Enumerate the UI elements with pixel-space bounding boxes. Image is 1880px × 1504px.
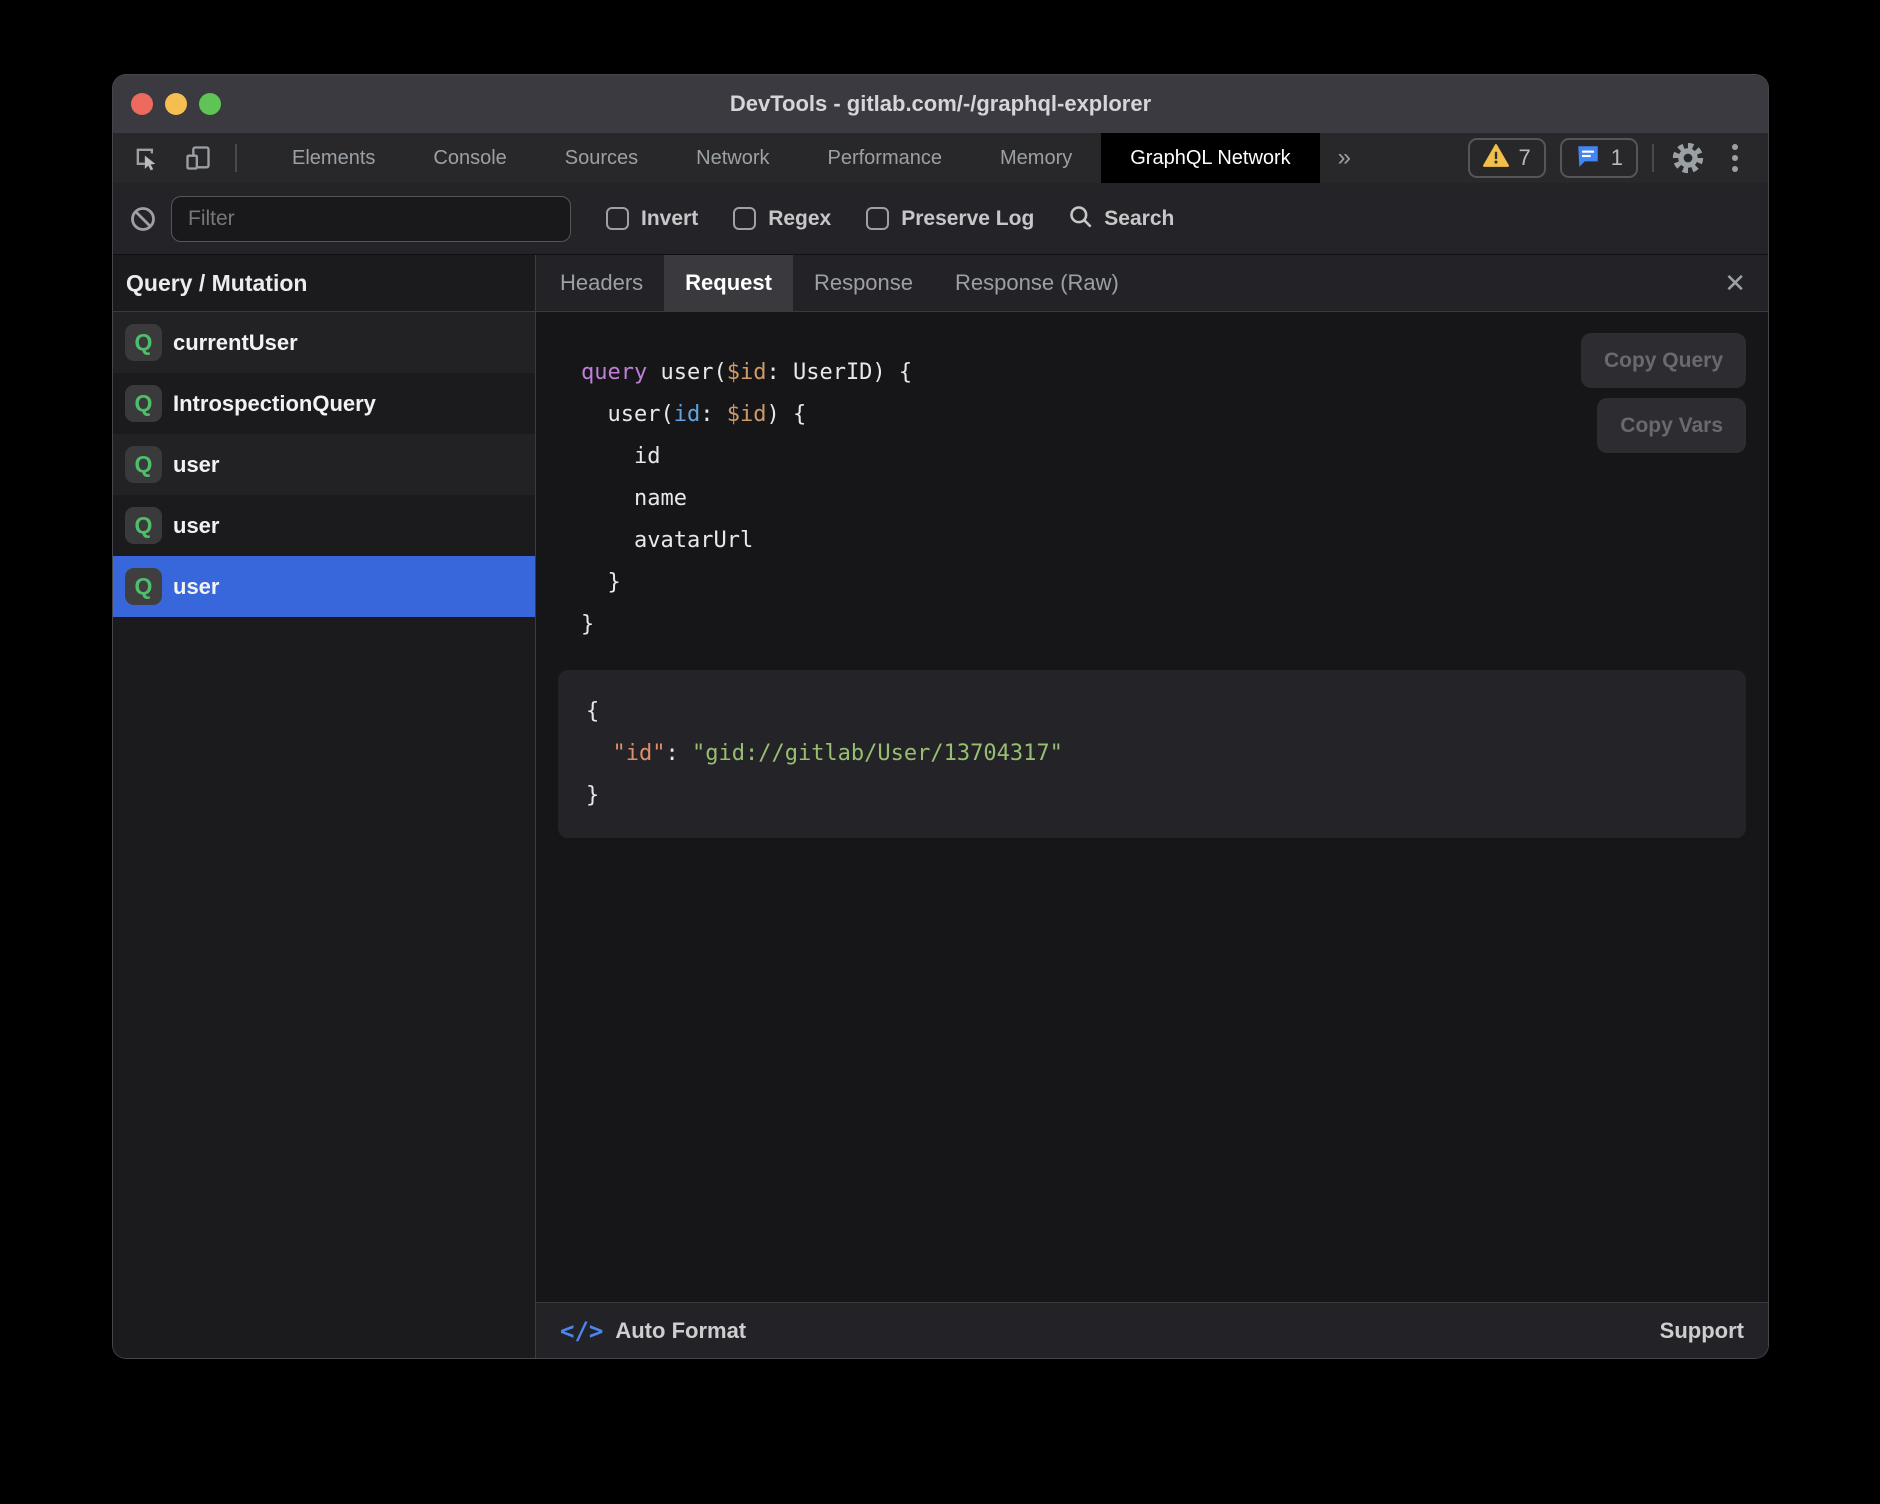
query-list-item-introspectionquery-1[interactable]: Q IntrospectionQuery	[113, 373, 535, 434]
window-title: DevTools - gitlab.com/-/graphql-explorer	[730, 91, 1151, 117]
auto-format-button[interactable]: </> Auto Format	[560, 1317, 746, 1345]
device-toolbar-icon[interactable]	[183, 143, 213, 173]
clear-filter-icon[interactable]	[129, 205, 157, 233]
checkbox-box-invert[interactable]	[606, 207, 629, 230]
message-bubble-icon	[1575, 143, 1601, 174]
query-list-item-user-3[interactable]: Quser	[113, 495, 535, 556]
devtools-toolbar: ElementsConsoleSourcesNetworkPerformance…	[113, 133, 1768, 183]
query-item-label: user	[173, 513, 219, 539]
query-type-icon: Q	[125, 568, 162, 605]
query-item-label: IntrospectionQuery	[173, 391, 376, 417]
query-type-icon: Q	[125, 385, 162, 422]
auto-format-label: Auto Format	[615, 1318, 746, 1344]
query-item-label: currentUser	[173, 330, 298, 356]
checkbox-box-regex[interactable]	[733, 207, 756, 230]
detail-tabs: HeadersRequestResponseResponse (Raw) ✕	[536, 255, 1768, 312]
close-window-button[interactable]	[131, 93, 153, 115]
devtools-tabs: ElementsConsoleSourcesNetworkPerformance…	[263, 133, 1320, 183]
search-label: Search	[1104, 207, 1174, 231]
checkbox-box-preserve-log[interactable]	[866, 207, 889, 230]
toolbar-divider	[235, 144, 237, 172]
detail-tab-headers[interactable]: Headers	[539, 255, 664, 311]
filter-input[interactable]	[171, 196, 571, 242]
query-type-icon: Q	[125, 507, 162, 544]
query-list-panel: Query / Mutation QcurrentUserQIntrospect…	[113, 255, 536, 1358]
search-button[interactable]: Search	[1067, 203, 1174, 235]
more-tabs-button[interactable]: »	[1320, 133, 1369, 183]
toolbar-divider	[1652, 144, 1654, 172]
checkbox-invert[interactable]: Invert	[606, 207, 698, 231]
query-list-item-user-2[interactable]: Quser	[113, 434, 535, 495]
titlebar: DevTools - gitlab.com/-/graphql-explorer	[113, 75, 1768, 133]
filter-toolbar: Invert Regex Preserve Log Search	[113, 183, 1768, 255]
query-type-icon: Q	[125, 446, 162, 483]
request-body-area: query user($id: UserID) { user(id: $id) …	[536, 312, 1768, 1302]
zoom-window-button[interactable]	[199, 93, 221, 115]
query-list-item-user-4[interactable]: Quser	[113, 556, 535, 617]
copy-vars-button[interactable]: Copy Vars	[1597, 398, 1746, 453]
detail-tab-response[interactable]: Response	[793, 255, 934, 311]
devtools-tab-elements[interactable]: Elements	[263, 133, 404, 183]
devtools-tab-console[interactable]: Console	[404, 133, 535, 183]
query-variables-box: { "id": "gid://gitlab/User/13704317" }	[558, 670, 1746, 838]
checkbox-label-preserve-log: Preserve Log	[901, 207, 1034, 231]
more-options-icon[interactable]	[1722, 144, 1748, 172]
warning-icon	[1483, 144, 1509, 173]
inspect-element-icon[interactable]	[131, 143, 161, 173]
messages-badge[interactable]: 1	[1560, 138, 1638, 178]
detail-tab-request[interactable]: Request	[664, 255, 793, 311]
filter-options: Invert Regex Preserve Log	[571, 207, 1034, 231]
devtools-window: DevTools - gitlab.com/-/graphql-explorer…	[113, 75, 1768, 1358]
devtools-tab-network[interactable]: Network	[667, 133, 798, 183]
toolbar-right-controls: 7 1	[1468, 133, 1769, 183]
devtools-tab-graphql-network[interactable]: GraphQL Network	[1101, 133, 1319, 183]
query-item-label: user	[173, 574, 219, 600]
search-icon	[1067, 203, 1094, 235]
checkbox-regex[interactable]: Regex	[733, 207, 831, 231]
toolbar-left-icons	[113, 133, 237, 183]
detail-tab-response-raw[interactable]: Response (Raw)	[934, 255, 1140, 311]
request-detail-panel: HeadersRequestResponseResponse (Raw) ✕ qu…	[536, 255, 1768, 1358]
footer-bar: </> Auto Format Support	[536, 1302, 1768, 1358]
devtools-tab-performance[interactable]: Performance	[799, 133, 972, 183]
support-link[interactable]: Support	[1660, 1318, 1744, 1344]
settings-gear-icon[interactable]	[1668, 138, 1708, 178]
query-list: QcurrentUserQIntrospectionQueryQuserQuse…	[113, 312, 535, 1358]
code-format-icon: </>	[560, 1317, 603, 1345]
query-list-item-currentuser-0[interactable]: QcurrentUser	[113, 312, 535, 373]
checkbox-preserve-log[interactable]: Preserve Log	[866, 207, 1034, 231]
devtools-tab-sources[interactable]: Sources	[536, 133, 667, 183]
query-type-icon: Q	[125, 324, 162, 361]
devtools-tab-memory[interactable]: Memory	[971, 133, 1101, 183]
checkbox-label-regex: Regex	[768, 207, 831, 231]
copy-query-button[interactable]: Copy Query	[1581, 333, 1746, 388]
minimize-window-button[interactable]	[165, 93, 187, 115]
window-controls	[131, 93, 221, 115]
close-panel-icon[interactable]: ✕	[1724, 268, 1746, 299]
query-item-label: user	[173, 452, 219, 478]
warning-count: 7	[1519, 145, 1531, 171]
query-list-header: Query / Mutation	[113, 255, 535, 312]
main-content: Query / Mutation QcurrentUserQIntrospect…	[113, 255, 1768, 1358]
checkbox-label-invert: Invert	[641, 207, 698, 231]
warnings-badge[interactable]: 7	[1468, 138, 1546, 178]
message-count: 1	[1611, 145, 1623, 171]
graphql-query-code: query user($id: UserID) { user(id: $id) …	[581, 352, 1768, 646]
